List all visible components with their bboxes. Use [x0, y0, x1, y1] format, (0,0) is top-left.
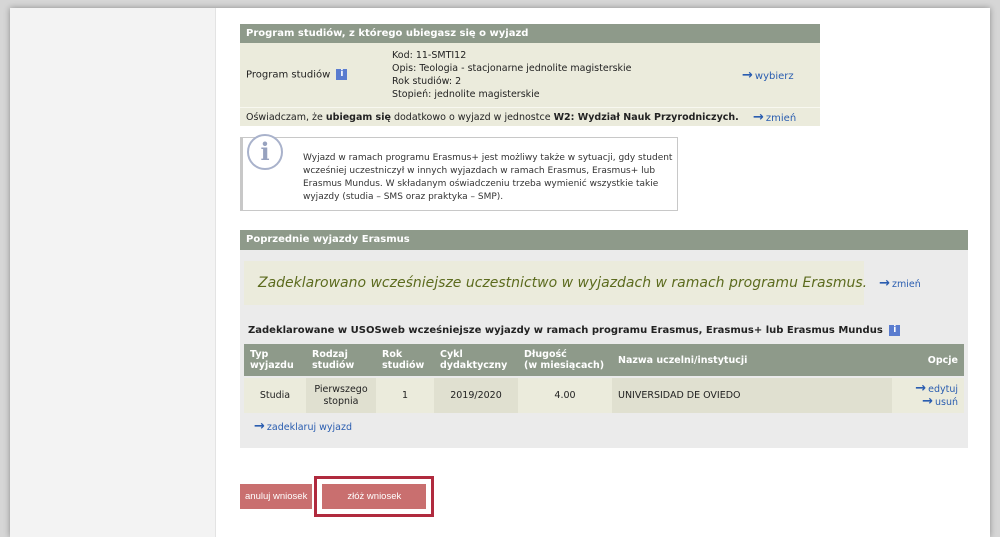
- arrow-right-icon: →: [922, 393, 933, 409]
- program-section: Program studiów, z którego ubiegasz się …: [240, 24, 820, 126]
- change-declaration-label: zmień: [765, 112, 797, 124]
- col-institution: Nazwa uczelni/instytucji: [612, 344, 892, 377]
- program-description: Opis: Teologia - stacjonarne jednolite m…: [392, 63, 632, 74]
- change-participation-label: zmień: [892, 278, 921, 290]
- col-type: Typ wyjazdu: [244, 344, 306, 377]
- previous-trips-section: Poprzednie wyjazdy Erasmus Zadeklarowano…: [240, 230, 968, 448]
- choose-program-label: wybierz: [754, 70, 794, 82]
- declared-participation-message: Zadeklarowano wcześniejsze uczestnictwo …: [258, 275, 868, 291]
- declaration-prefix: Oświadczam, że: [246, 111, 326, 123]
- cell-kind: Pierwszego stopnia: [306, 376, 376, 413]
- declaration-bold-apply: ubiegam się: [325, 111, 391, 123]
- browser-viewport: Program studiów, z którego ubiegasz się …: [10, 8, 990, 537]
- info-circle-icon: i: [247, 134, 283, 170]
- program-label-text: Program studiów: [246, 69, 331, 81]
- arrow-right-icon: →: [753, 109, 764, 125]
- program-year: Rok studiów: 2: [392, 76, 462, 87]
- submit-application-button[interactable]: złóż wniosek: [314, 476, 435, 517]
- arrow-right-icon: →: [254, 419, 265, 434]
- declared-participation-row: Zadeklarowano wcześniejsze uczestnictwo …: [244, 261, 921, 305]
- trips-table-header: Typ wyjazdu Rodzaj studiów Rok studiów Cykl…: [244, 344, 964, 377]
- declaration-middle: dodatkowo o wyjazd w jednostce: [390, 111, 554, 123]
- info-icon[interactable]: i: [889, 324, 901, 336]
- table-row: Studia Pierwszego stopnia 1 2019/2020 4.0…: [244, 376, 964, 413]
- change-participation-link[interactable]: → zmień: [879, 276, 921, 291]
- info-icon[interactable]: i: [336, 69, 348, 81]
- cell-institution: UNIVERSIDAD DE OVIEDO: [612, 376, 892, 413]
- notice-text: Wyjazd w ramach programu Erasmus+ jest m…: [303, 153, 673, 202]
- program-label: Program studiów i: [246, 69, 392, 81]
- program-row: Program studiów i Kod: 11-SMTI12 Opis: T…: [240, 43, 820, 107]
- declare-trip-link[interactable]: → zadeklaruj wyjazd: [254, 419, 353, 434]
- program-box: Program studiów i Kod: 11-SMTI12 Opis: T…: [240, 43, 820, 126]
- erasmus-notice: i Wyjazd w ramach programu Erasmus+ jest…: [240, 134, 678, 211]
- trips-table-title: Zadeklarowane w USOSweb wcześniejsze wyj…: [248, 323, 968, 338]
- trips-table-title-text: Zadeklarowane w USOSweb wcześniejsze wyj…: [248, 325, 883, 336]
- col-year: Rok studiów: [376, 344, 434, 377]
- cell-options: → edytuj → usuń: [892, 376, 964, 413]
- cell-cycle: 2019/2020: [434, 376, 518, 413]
- cell-length: 4.00: [518, 376, 612, 413]
- cell-type: Studia: [244, 376, 306, 413]
- arrow-right-icon: →: [879, 275, 891, 291]
- cell-year: 1: [376, 376, 434, 413]
- add-trip-container: → zadeklaruj wyjazd: [254, 419, 968, 434]
- edit-trip-link[interactable]: → edytuj: [915, 382, 958, 395]
- trips-table: Typ wyjazdu Rodzaj studiów Rok studiów Cykl…: [244, 344, 964, 413]
- arrow-right-icon: →: [742, 67, 753, 83]
- choose-program-link[interactable]: → wybierz: [742, 68, 794, 83]
- program-degree: Stopień: jednolite magisterskie: [392, 89, 540, 100]
- cancel-application-button[interactable]: anuluj wniosek: [240, 484, 313, 509]
- col-length: Długość (w miesiącach): [518, 344, 612, 377]
- left-sidebar: [10, 8, 216, 537]
- previous-trips-header: Poprzednie wyjazdy Erasmus: [240, 230, 968, 250]
- main-content: Program studiów, z którego ubiegasz się …: [240, 24, 980, 448]
- program-section-header: Program studiów, z którego ubiegasz się …: [240, 24, 820, 43]
- declare-trip-label: zadeklaruj wyjazd: [266, 422, 353, 433]
- delete-trip-link[interactable]: → usuń: [922, 393, 958, 409]
- change-declaration-link[interactable]: → zmień: [753, 110, 796, 125]
- program-details: Kod: 11-SMTI12 Opis: Teologia - stacjona…: [392, 49, 732, 101]
- action-buttons: anuluj wniosek złóż wniosek: [240, 476, 435, 517]
- col-cycle: Cykl dydaktyczny: [434, 344, 518, 377]
- declaration-bold-unit: W2: Wydział Nauk Przyrodniczych.: [553, 111, 739, 123]
- col-kind: Rodzaj studiów: [306, 344, 376, 377]
- program-code: Kod: 11-SMTI12: [392, 50, 467, 61]
- declaration-row: Oświadczam, że ubiegam się dodatkowo o w…: [240, 107, 820, 126]
- col-options: Opcje: [892, 344, 964, 377]
- declaration-text: Oświadczam, że ubiegam się dodatkowo o w…: [246, 112, 753, 123]
